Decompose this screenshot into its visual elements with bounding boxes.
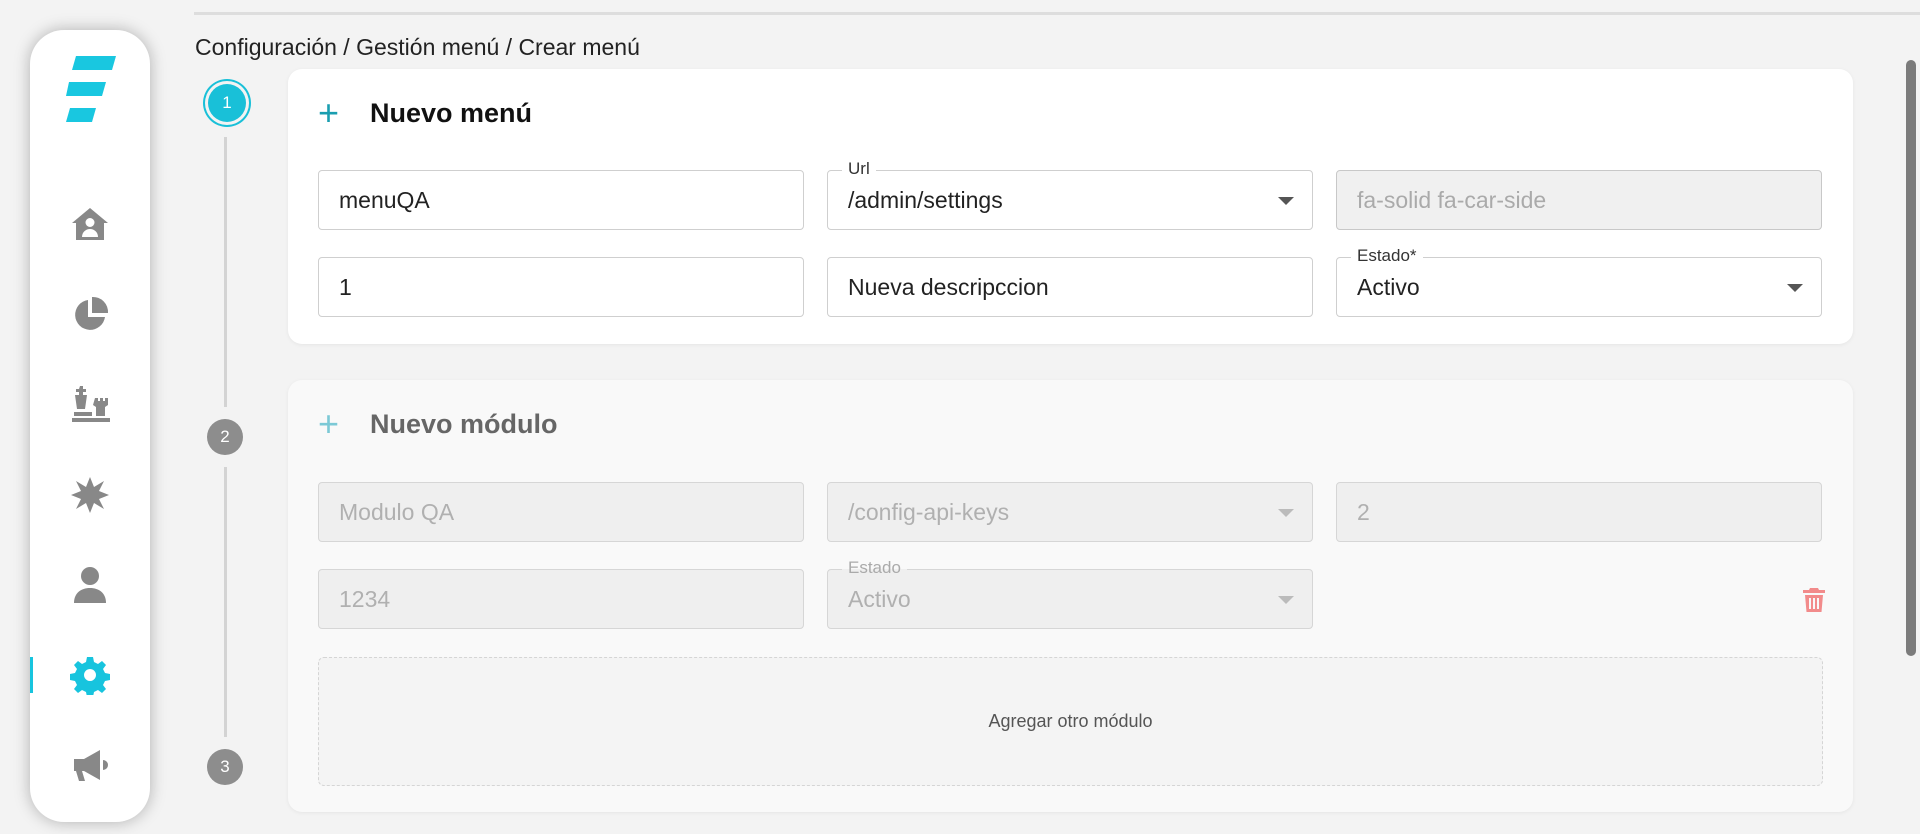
burst-icon	[71, 477, 109, 513]
module-url-select[interactable]: /config-api-keys	[827, 482, 1313, 542]
new-module-card: + Nuevo módulo Modulo QA /config-api-key…	[288, 380, 1853, 812]
menu-url-label: Url	[842, 159, 876, 179]
module-name-input[interactable]: Modulo QA	[318, 482, 804, 542]
menu-estado-value: Activo	[1357, 273, 1420, 300]
trash-icon[interactable]	[1802, 587, 1826, 613]
menu-icon-field: fa-solid fa-car-side	[1336, 170, 1822, 230]
sidebar-item-home[interactable]	[30, 196, 150, 252]
new-menu-card: + Nuevo menú menuQA Url /admin/settings …	[288, 69, 1853, 344]
module-estado-value: Activo	[848, 585, 911, 612]
module-estado-label: Estado	[842, 558, 907, 578]
sidebar-item-strategy[interactable]	[30, 376, 150, 432]
step-2[interactable]: 2	[207, 419, 243, 455]
app-logo[interactable]	[66, 54, 118, 124]
breadcrumb: Configuración / Gestión menú / Crear men…	[195, 34, 640, 60]
sidebar-item-users[interactable]	[30, 557, 150, 613]
sidebar-item-settings[interactable]	[30, 647, 150, 703]
menu-url-value: /admin/settings	[848, 186, 1003, 213]
plus-icon: +	[318, 403, 340, 444]
stepper-line-2	[224, 467, 227, 737]
menu-name-value: menuQA	[339, 186, 430, 213]
top-divider	[194, 12, 1920, 15]
sidebar-item-integrations[interactable]	[30, 467, 150, 523]
chess-icon	[72, 386, 110, 422]
chevron-down-icon	[1278, 596, 1294, 604]
megaphone-icon	[74, 750, 108, 781]
new-menu-header: + Nuevo menú	[318, 95, 532, 131]
sidebar-item-reports[interactable]	[30, 287, 150, 343]
step-1[interactable]: 1	[208, 84, 246, 122]
menu-description-value: Nueva descripccion	[848, 273, 1049, 300]
module-name-value: Modulo QA	[339, 498, 455, 525]
user-icon	[74, 567, 106, 603]
module-code-input[interactable]: 1234	[318, 569, 804, 629]
step-3[interactable]: 3	[207, 749, 243, 785]
module-estado-select[interactable]: Estado Activo	[827, 558, 1313, 629]
menu-estado-label: Estado*	[1351, 246, 1423, 266]
add-module-button[interactable]: Agregar otro módulo	[318, 657, 1823, 786]
home-user-icon	[72, 208, 108, 240]
menu-name-input[interactable]: menuQA	[318, 170, 804, 230]
new-menu-title: Nuevo menú	[370, 97, 533, 128]
menu-order-input[interactable]: 1	[318, 257, 804, 317]
stepper-line-1	[224, 137, 227, 407]
menu-description-input[interactable]: Nueva descripccion	[827, 257, 1313, 317]
gear-icon	[70, 657, 110, 695]
sidebar	[30, 30, 150, 822]
chevron-down-icon	[1278, 509, 1294, 517]
menu-order-value: 1	[339, 273, 352, 300]
menu-icon-value: fa-solid fa-car-side	[1357, 186, 1547, 213]
chevron-down-icon	[1278, 197, 1294, 205]
module-code-value: 1234	[339, 585, 391, 612]
menu-estado-select[interactable]: Estado* Activo	[1336, 246, 1822, 317]
new-module-header: + Nuevo módulo	[318, 406, 558, 442]
active-indicator	[30, 657, 33, 693]
chevron-down-icon	[1787, 284, 1803, 292]
page-scrollbar[interactable]	[1906, 60, 1916, 656]
sidebar-item-announcements[interactable]	[30, 737, 150, 793]
pie-chart-icon	[75, 296, 109, 330]
module-order-value: 2	[1357, 498, 1370, 525]
module-order-input[interactable]: 2	[1336, 482, 1822, 542]
new-module-title: Nuevo módulo	[370, 408, 558, 439]
module-url-value: /config-api-keys	[848, 498, 1010, 525]
plus-icon: +	[318, 92, 340, 133]
menu-url-select[interactable]: Url /admin/settings	[827, 159, 1313, 230]
